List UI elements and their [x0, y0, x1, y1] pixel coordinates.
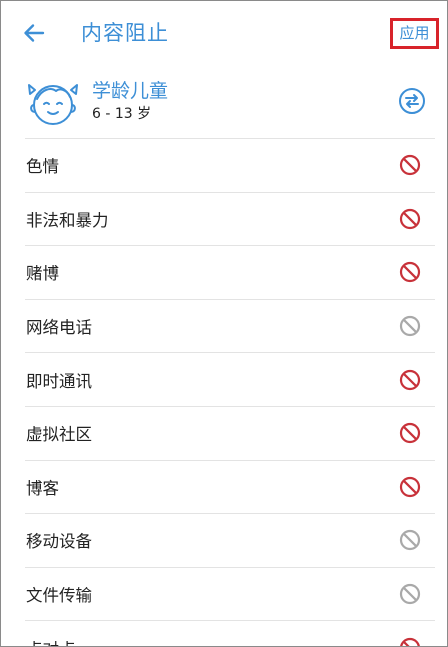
profile-name: 学龄儿童	[92, 80, 169, 102]
block-icon-inactive[interactable]	[399, 529, 421, 551]
block-icon-inactive[interactable]	[399, 583, 421, 605]
back-button[interactable]	[19, 18, 49, 48]
category-label: 博客	[26, 478, 59, 498]
block-icon-active[interactable]	[399, 261, 421, 283]
switch-profile-button[interactable]	[398, 87, 426, 115]
app-screen: 内容阻止 应用 学龄儿童 6 - 13 岁 色情 非法和暴力 赌博 网络电话 即…	[0, 0, 448, 647]
top-app-bar: 内容阻止 应用	[1, 1, 447, 65]
apply-button[interactable]: 应用	[390, 18, 439, 49]
category-label: 色情	[26, 157, 59, 177]
block-icon-active[interactable]	[399, 154, 421, 176]
block-icon-active[interactable]	[399, 476, 421, 498]
profile-card: 学龄儿童 6 - 13 岁	[1, 65, 447, 137]
category-row-1[interactable]: 色情	[25, 138, 435, 192]
category-list: 色情非法和暴力赌博网络电话即时通讯虚拟社区博客移动设备文件传输点对点	[25, 138, 435, 647]
category-label: 移动设备	[26, 532, 92, 552]
category-row-3[interactable]: 赌博	[25, 245, 435, 299]
category-label: 文件传输	[26, 586, 92, 606]
arrow-left-icon	[24, 24, 45, 42]
profile-age-range: 6 - 13 岁	[92, 106, 152, 122]
category-row-5[interactable]: 即时通讯	[25, 352, 435, 406]
block-icon-active[interactable]	[399, 208, 421, 230]
avatar	[25, 75, 81, 129]
block-icon-active[interactable]	[399, 369, 421, 391]
category-row-4[interactable]: 网络电话	[25, 298, 435, 353]
category-label: 即时通讯	[26, 371, 92, 391]
category-label: 虚拟社区	[26, 425, 92, 445]
block-icon-active[interactable]	[399, 422, 421, 444]
category-row-6[interactable]: 虚拟社区	[25, 405, 435, 460]
category-row-9[interactable]: 文件传输	[25, 566, 435, 621]
block-icon-active[interactable]	[399, 637, 421, 647]
category-label: 非法和暴力	[26, 210, 109, 230]
page-title: 内容阻止	[81, 21, 169, 45]
category-label: 赌博	[26, 264, 59, 284]
category-row-10[interactable]: 点对点	[25, 620, 435, 647]
category-label: 点对点	[26, 636, 76, 646]
child-face-icon	[28, 84, 78, 125]
category-row-7[interactable]: 博客	[25, 459, 435, 514]
category-label: 网络电话	[26, 318, 92, 338]
swap-arrows-icon	[399, 88, 425, 114]
block-icon-inactive[interactable]	[399, 315, 421, 337]
category-row-2[interactable]: 非法和暴力	[25, 191, 435, 246]
category-row-8[interactable]: 移动设备	[25, 513, 435, 567]
